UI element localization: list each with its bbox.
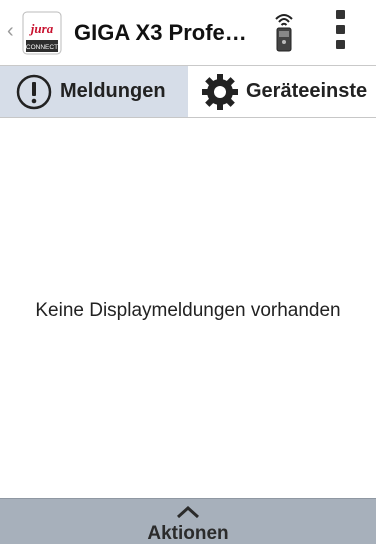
actions-drawer-button[interactable]: Aktionen — [0, 498, 376, 544]
exclamation-circle-icon — [16, 74, 52, 110]
tab-geraeteeinstellungen[interactable]: Geräteeinste — [188, 66, 376, 117]
back-chevron-icon[interactable]: ‹ — [7, 18, 21, 44]
tab-meldungen-label: Meldungen — [60, 80, 166, 102]
empty-state-message: Keine Displaymeldungen vorhanden — [35, 300, 341, 321]
chevron-up-icon — [176, 505, 200, 519]
messages-panel: Keine Displaymeldungen vorhanden — [0, 118, 376, 498]
tab-geraeteeinstellungen-label: Geräteeinste — [246, 80, 368, 102]
wireless-remote-icon[interactable] — [270, 10, 298, 54]
gear-icon — [200, 72, 240, 112]
tab-bar: Meldungen Geräteeinste — [0, 66, 376, 118]
svg-text:CONNECT: CONNECT — [26, 44, 58, 51]
jura-connect-logo: jura CONNECT — [22, 10, 62, 56]
more-vertical-icon[interactable] — [332, 10, 348, 56]
device-title: GIGA X3 Profe… — [74, 20, 247, 45]
tab-meldungen[interactable]: Meldungen — [0, 66, 188, 117]
svg-text:jura: jura — [29, 21, 54, 36]
actions-label: Aktionen — [147, 523, 229, 544]
app-header: ‹ jura CONNECT GIGA X3 Profe… — [0, 0, 376, 66]
